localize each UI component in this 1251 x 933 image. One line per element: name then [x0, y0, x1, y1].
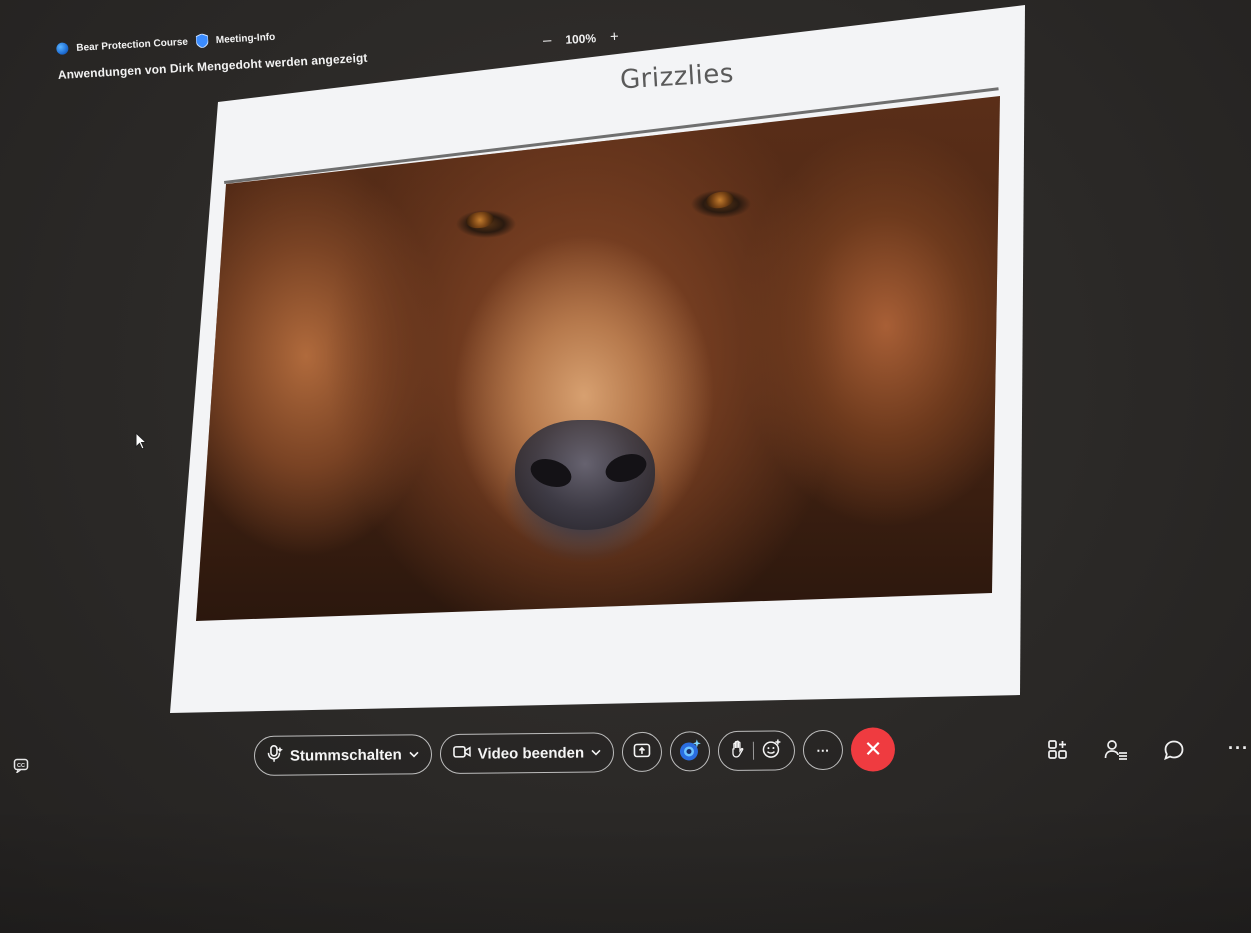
- meeting-header: Bear Protection Course Meeting-Info Anwe…: [56, 25, 368, 82]
- chat-icon[interactable]: [1162, 738, 1186, 762]
- camera-icon: [452, 745, 471, 763]
- right-panel-controls: [1046, 738, 1186, 762]
- shield-icon[interactable]: [195, 33, 209, 49]
- participants-icon[interactable]: [1104, 738, 1128, 762]
- zoom-in-button[interactable]: +: [610, 28, 620, 45]
- reaction-smiley-icon[interactable]: [762, 738, 782, 763]
- microphone-icon: [267, 744, 283, 767]
- share-screen-button[interactable]: [621, 731, 663, 773]
- svg-text:CC: CC: [17, 763, 25, 769]
- close-icon: ✕: [863, 736, 883, 762]
- reactions-divider: [753, 741, 755, 760]
- mouse-cursor-icon: [135, 431, 148, 450]
- video-label: Video beenden: [477, 744, 585, 763]
- more-options-button[interactable]: ···: [802, 729, 844, 771]
- layout-icon[interactable]: [1046, 738, 1070, 762]
- more-panels-button[interactable]: ···: [1228, 738, 1249, 759]
- raise-hand-icon[interactable]: [731, 739, 745, 762]
- meeting-title-row: Bear Protection Course Meeting-Info: [56, 25, 366, 56]
- meeting-title: Bear Protection Course: [76, 36, 189, 54]
- mute-button[interactable]: Stummschalten: [253, 734, 432, 776]
- chevron-down-icon[interactable]: [409, 747, 419, 761]
- share-screen-icon: [633, 742, 651, 761]
- reactions-group: [717, 730, 796, 772]
- zoom-level: 100%: [564, 30, 597, 47]
- more-options-label: ···: [816, 742, 830, 758]
- webex-logo-icon: [56, 42, 69, 55]
- sharing-notice: Anwendungen von Dirk Mengedoht werden an…: [57, 50, 368, 82]
- bear-photo: [196, 96, 1000, 621]
- end-call-button[interactable]: ✕: [850, 727, 896, 772]
- ai-assistant-button[interactable]: [669, 731, 711, 772]
- mute-label: Stummschalten: [289, 745, 402, 765]
- meeting-toolbar: Stummschalten Video beenden ··· ✕: [253, 727, 896, 778]
- screen: Bear Protection Course Meeting-Info Anwe…: [0, 0, 1251, 933]
- zoom-control: – 100% +: [543, 28, 620, 49]
- chevron-down-icon[interactable]: [591, 745, 601, 759]
- closed-captions-icon[interactable]: CC: [13, 757, 29, 775]
- meeting-info-link[interactable]: Meeting-Info: [216, 31, 276, 45]
- copilot-icon: [677, 737, 703, 766]
- zoom-out-button[interactable]: –: [543, 32, 552, 49]
- stop-video-button[interactable]: Video beenden: [439, 732, 615, 775]
